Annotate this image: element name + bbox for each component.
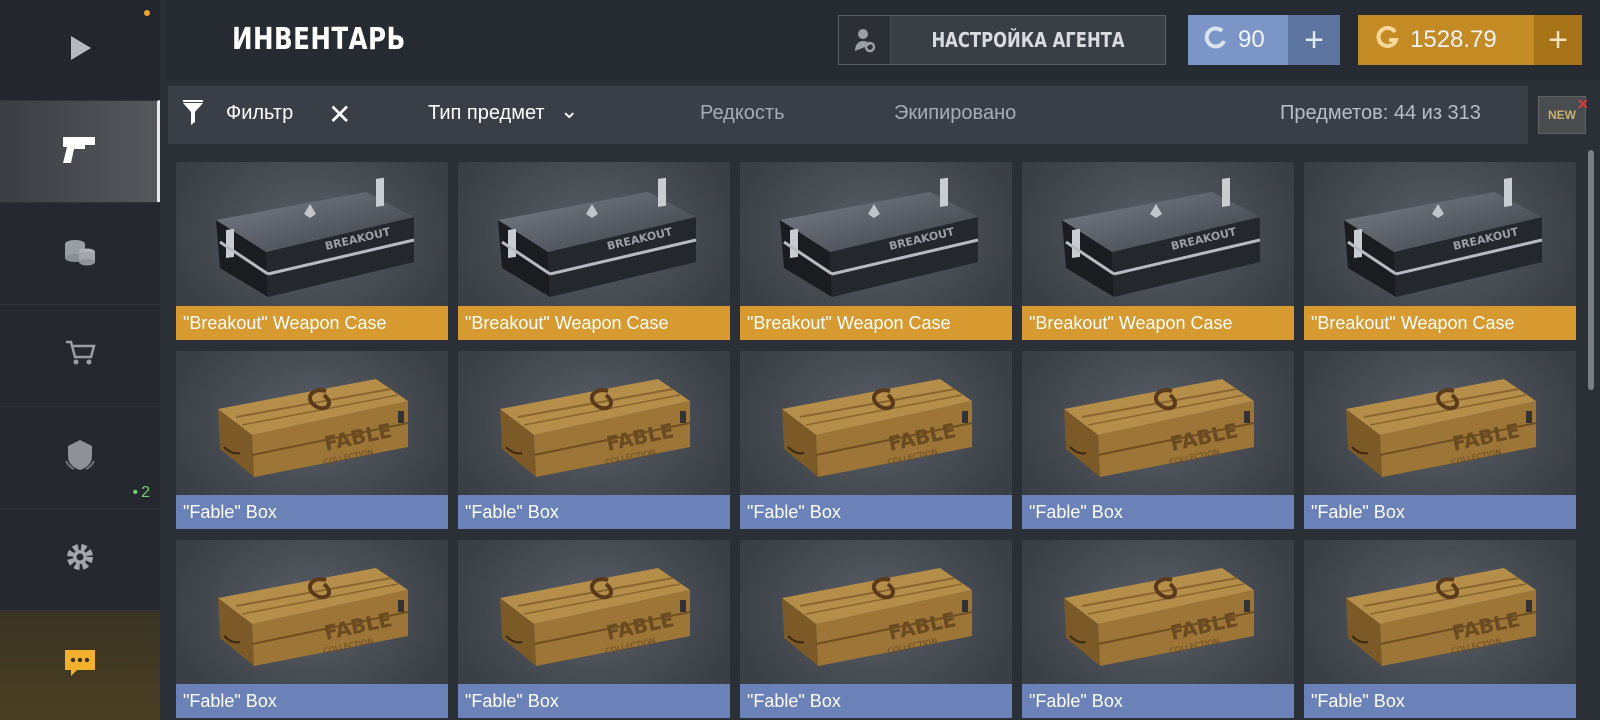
filter-icon[interactable] xyxy=(182,100,204,133)
item-name: "Fable" Box xyxy=(176,684,448,718)
fable-box-image: FABLE COLLECTION xyxy=(1022,351,1294,496)
clear-filter-button[interactable]: ✕ xyxy=(328,98,351,131)
fable-box-image: FABLE COLLECTION xyxy=(458,351,730,496)
sidebar-item-coins[interactable] xyxy=(0,202,160,304)
pistol-icon xyxy=(59,131,99,172)
item-name: "Fable" Box xyxy=(1022,495,1294,529)
item-name: "Fable" Box xyxy=(458,684,730,718)
sidebar-item-shop[interactable] xyxy=(0,304,160,406)
add-credits-button[interactable]: + xyxy=(1288,15,1340,65)
fable-box-image: FABLE COLLECTION xyxy=(740,540,1012,685)
cart-icon xyxy=(64,339,96,372)
weapon-case-card[interactable]: BREAKOUT "Breakout" Weapon Case xyxy=(1022,162,1294,340)
fable-box-card[interactable]: FABLE COLLECTION "Fable" Box xyxy=(458,351,730,529)
items-count: Предметов: 44 из 313 xyxy=(1280,102,1481,124)
chevron-down-icon[interactable]: ⌄ xyxy=(560,98,578,124)
item-name: "Breakout" Weapon Case xyxy=(1304,306,1576,340)
credits-value: 90 xyxy=(1238,26,1265,53)
agent-settings-label: НАСТРОЙКА АГЕНТА xyxy=(931,28,1125,52)
item-name: "Fable" Box xyxy=(1022,684,1294,718)
item-name: "Fable" Box xyxy=(176,495,448,529)
fable-box-image: FABLE COLLECTION xyxy=(176,540,448,685)
fable-box-card[interactable]: FABLE COLLECTION "Fable" Box xyxy=(1304,540,1576,718)
page-title: ИНВЕНТАРЬ xyxy=(232,22,406,57)
weapon-case-image: BREAKOUT xyxy=(458,162,730,307)
notification-dot xyxy=(144,10,150,16)
agent-icon xyxy=(839,16,891,64)
item-type-dropdown[interactable]: Тип предмет xyxy=(428,102,545,125)
weapon-case-image: BREAKOUT xyxy=(1304,162,1576,307)
agent-settings-button[interactable]: НАСТРОЙКА АГЕНТА xyxy=(838,15,1166,65)
fable-box-image: FABLE COLLECTION xyxy=(1022,540,1294,685)
chat-icon xyxy=(62,647,98,684)
sidebar: 2 xyxy=(0,0,160,720)
item-name: "Breakout" Weapon Case xyxy=(458,306,730,340)
inventory-grid: BREAKOUT "Breakout" Weapon Case BREAKOUT… xyxy=(176,162,1580,720)
fable-box-card[interactable]: FABLE COLLECTION "Fable" Box xyxy=(458,540,730,718)
sidebar-item-settings[interactable] xyxy=(0,508,160,610)
item-name: "Fable" Box xyxy=(740,495,1012,529)
shield-icon xyxy=(63,437,97,478)
gold-icon xyxy=(1374,25,1400,56)
weapon-case-image: BREAKOUT xyxy=(176,162,448,307)
fable-box-image: FABLE COLLECTION xyxy=(176,351,448,496)
fable-box-card[interactable]: FABLE COLLECTION "Fable" Box xyxy=(1022,351,1294,529)
fable-box-card[interactable]: FABLE COLLECTION "Fable" Box xyxy=(176,351,448,529)
scrollbar[interactable] xyxy=(1588,150,1594,390)
fable-box-card[interactable]: FABLE COLLECTION "Fable" Box xyxy=(176,540,448,718)
fable-box-image: FABLE COLLECTION xyxy=(1304,351,1576,496)
gold-currency: 1528.79 + xyxy=(1358,15,1582,65)
fable-box-card[interactable]: FABLE COLLECTION "Fable" Box xyxy=(740,540,1012,718)
weapon-case-image: BREAKOUT xyxy=(740,162,1012,307)
rarity-filter[interactable]: Редкость xyxy=(700,102,785,125)
item-name: "Breakout" Weapon Case xyxy=(740,306,1012,340)
fable-box-card[interactable]: FABLE COLLECTION "Fable" Box xyxy=(740,351,1012,529)
item-name: "Breakout" Weapon Case xyxy=(176,306,448,340)
credits-currency: 90 + xyxy=(1188,15,1340,65)
filter-bar: Фильтр ✕ Тип предмет ⌄ Редкость Экипиров… xyxy=(168,86,1528,144)
gold-value-area: 1528.79 xyxy=(1358,15,1534,65)
equipped-filter[interactable]: Экипировано xyxy=(894,102,1016,125)
fable-box-image: FABLE COLLECTION xyxy=(740,351,1012,496)
sidebar-item-play[interactable] xyxy=(0,0,160,100)
filter-label[interactable]: Фильтр xyxy=(226,102,293,125)
fable-box-card[interactable]: FABLE COLLECTION "Fable" Box xyxy=(1022,540,1294,718)
fable-box-card[interactable]: FABLE COLLECTION "Fable" Box xyxy=(1304,351,1576,529)
credits-value-area: 90 xyxy=(1188,15,1288,65)
new-items-close-icon[interactable]: ✕ xyxy=(1577,96,1589,113)
weapon-case-card[interactable]: BREAKOUT "Breakout" Weapon Case xyxy=(1304,162,1576,340)
fable-box-image: FABLE COLLECTION xyxy=(1304,540,1576,685)
play-icon xyxy=(67,33,93,68)
gear-icon xyxy=(63,540,97,579)
gold-value: 1528.79 xyxy=(1410,26,1497,53)
sidebar-item-clan[interactable]: 2 xyxy=(0,406,160,508)
header: ИНВЕНТАРЬ НАСТРОЙКА АГЕНТА 90 + 1528.79 … xyxy=(166,0,1600,80)
weapon-case-card[interactable]: BREAKOUT "Breakout" Weapon Case xyxy=(740,162,1012,340)
item-name: "Fable" Box xyxy=(1304,684,1576,718)
fable-box-image: FABLE COLLECTION xyxy=(458,540,730,685)
weapon-case-card[interactable]: BREAKOUT "Breakout" Weapon Case xyxy=(176,162,448,340)
coins-icon xyxy=(63,234,97,273)
clan-badge-count: 2 xyxy=(132,484,150,502)
weapon-case-card[interactable]: BREAKOUT "Breakout" Weapon Case xyxy=(458,162,730,340)
add-gold-button[interactable]: + xyxy=(1534,15,1582,65)
credits-icon xyxy=(1202,25,1228,56)
sidebar-item-chat[interactable] xyxy=(0,610,160,720)
sidebar-item-weapons[interactable] xyxy=(0,100,160,202)
weapon-case-image: BREAKOUT xyxy=(1022,162,1294,307)
item-name: "Fable" Box xyxy=(1304,495,1576,529)
item-name: "Fable" Box xyxy=(458,495,730,529)
item-name: "Breakout" Weapon Case xyxy=(1022,306,1294,340)
item-name: "Fable" Box xyxy=(740,684,1012,718)
